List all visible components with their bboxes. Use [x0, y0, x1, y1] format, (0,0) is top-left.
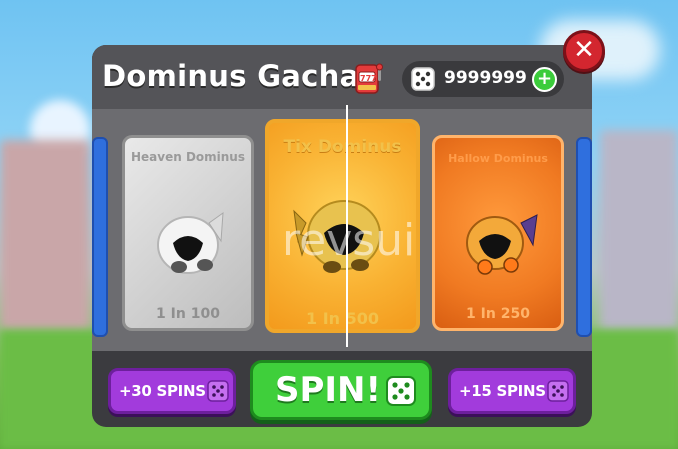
card-odds: 1 In 250: [466, 306, 530, 322]
scroll-right-bar[interactable]: [576, 137, 592, 337]
dice-icon: [547, 380, 569, 402]
add-currency-button[interactable]: +: [532, 67, 557, 92]
close-icon: ✕: [573, 35, 595, 65]
card-odds: 1 In 500: [305, 309, 379, 328]
svg-text:777: 777: [360, 74, 377, 83]
card-title: Heaven Dominus: [130, 150, 245, 164]
dice-icon: [207, 380, 229, 402]
gacha-panel: Dominus Gacha 777 9999999 + Heaven Domin…: [92, 45, 592, 427]
dice-icon: [386, 376, 416, 406]
spin-button[interactable]: SPIN!: [250, 360, 432, 420]
watermark-text: revsui: [282, 215, 416, 266]
buy-15-spins-button[interactable]: +15 SPINS: [448, 368, 576, 414]
close-button[interactable]: ✕: [563, 30, 605, 72]
currency-display: 9999999 +: [402, 61, 564, 97]
hallow-dominus-icon: [466, 214, 538, 275]
buy-30-spins-button[interactable]: +30 SPINS: [108, 368, 236, 414]
panel-header: Dominus Gacha 777 9999999 +: [92, 45, 592, 109]
background-building-right: [600, 130, 678, 330]
plus-icon: +: [536, 68, 553, 89]
dice-icon: [411, 67, 435, 91]
currency-value: 9999999: [444, 68, 527, 88]
buy-30-spins-label: +30 SPINS: [119, 382, 206, 400]
buy-15-spins-label: +15 SPINS: [459, 382, 546, 400]
spin-label: SPIN!: [275, 370, 382, 410]
card-title: Tix Dominus: [283, 137, 402, 157]
scroll-left-bar[interactable]: [92, 137, 108, 337]
background-building-left: [0, 140, 90, 330]
panel-title: Dominus Gacha: [102, 59, 360, 93]
card-title: Hallow Dominus: [448, 152, 548, 165]
slot-machine-icon: 777: [355, 63, 383, 94]
card-odds: 1 In 100: [156, 306, 220, 322]
reward-card-heaven-dominus: Heaven Dominus 1 In 100: [122, 135, 254, 331]
heaven-dominus-icon: [157, 211, 224, 274]
reward-card-hallow-dominus: Hallow Dominus 1 In 250: [432, 135, 564, 331]
